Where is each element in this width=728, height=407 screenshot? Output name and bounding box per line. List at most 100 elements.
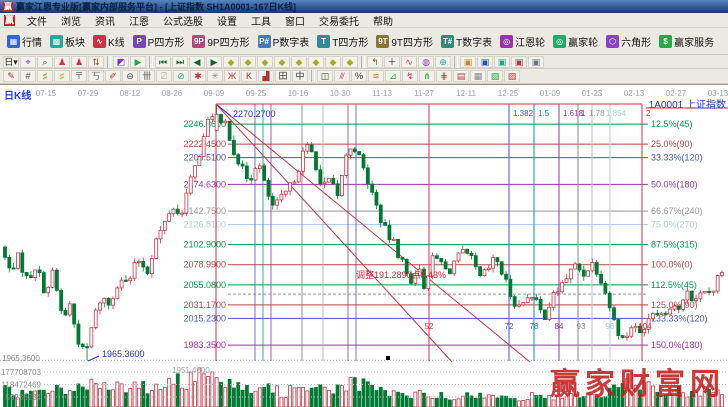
menu-item[interactable]: 文件 — [20, 12, 54, 29]
tool-icon[interactable]: 卌 — [139, 70, 155, 82]
tool-icon[interactable]: ✎ — [3, 70, 19, 82]
tool-icon[interactable]: ⋔ — [419, 70, 435, 82]
tool-icon[interactable]: 中 — [292, 70, 308, 82]
tool-icon[interactable]: ▨ — [504, 70, 520, 82]
tool-icon[interactable]: K — [241, 70, 257, 82]
tool-icon[interactable]: ✱ — [190, 70, 206, 82]
volume-bar — [453, 400, 456, 407]
menu-item[interactable]: 工具 — [244, 12, 278, 29]
tool-icon[interactable]: ⊖ — [122, 70, 138, 82]
tool-icon[interactable]: ♯ — [37, 70, 53, 82]
tool-icon[interactable]: ↰ — [367, 56, 383, 68]
candle-body — [457, 253, 460, 261]
menu-item[interactable]: 帮助 — [366, 12, 400, 29]
tool-icon[interactable]: ▣ — [528, 56, 544, 68]
tool-icon[interactable]: ◀ — [189, 56, 205, 68]
tool-icon[interactable]: ⇅ — [88, 56, 104, 68]
tool-icon[interactable]: ▟ — [258, 70, 274, 82]
volume-bar — [276, 386, 279, 407]
menu-item[interactable]: 窗口 — [278, 12, 312, 29]
tool-icon[interactable]: ↯ — [402, 70, 418, 82]
tool-icon[interactable]: ◆ — [325, 56, 341, 68]
volume-bar — [349, 377, 352, 407]
toolbar-button[interactable]: ∿K线 — [89, 32, 129, 51]
toolbar-button[interactable]: ▦行情 — [3, 32, 46, 51]
tool-icon[interactable]: ⏭ — [172, 56, 188, 68]
tool-icon[interactable]: ≋ — [368, 70, 384, 82]
chart-area[interactable]: 2246.360012.5%(45)2222.450025.0%(90)2206… — [0, 84, 728, 407]
toolbar-button[interactable]: P#P数字表 — [254, 32, 314, 51]
date-tick-label: 07-29 — [78, 89, 99, 98]
tool-icon[interactable]: ⍁ — [156, 70, 172, 82]
candle-body — [587, 271, 590, 276]
tool-icon[interactable]: ⋕ — [436, 70, 452, 82]
tool-icon[interactable]: ▶ — [130, 56, 146, 68]
toolbar-button[interactable]: 9P9P四方形 — [188, 32, 253, 51]
tool-icon[interactable]: 日▾ — [3, 56, 19, 68]
tool-icon[interactable]: % — [351, 70, 367, 82]
menu-item[interactable]: 公式选股 — [156, 12, 210, 29]
tool-icon[interactable]: ◆ — [223, 56, 239, 68]
tool-icon[interactable]: ＋ — [384, 56, 400, 68]
toolbar-button[interactable]: ◎赢家轮 — [549, 32, 602, 51]
toolbar-button[interactable]: ▩板块 — [46, 32, 89, 51]
tool-icon[interactable]: 〒 — [71, 70, 87, 82]
candle-body — [375, 192, 378, 205]
tool-icon[interactable]: ▣ — [511, 56, 527, 68]
tool-icon[interactable]: ◍ — [418, 56, 434, 68]
tool-icon[interactable]: ◆ — [291, 56, 307, 68]
volume-bar — [427, 397, 430, 407]
tool-icon[interactable]: # — [20, 70, 36, 82]
tool-icon[interactable]: ▶ — [206, 56, 222, 68]
tool-icon[interactable]: ▦ — [470, 70, 486, 82]
tool-icon[interactable]: ◆ — [342, 56, 358, 68]
tool-icon[interactable]: ◩ — [113, 56, 129, 68]
toolbar-button[interactable]: 9T9T四方形 — [372, 32, 437, 51]
toolbar-button[interactable]: TT四方形 — [313, 32, 372, 51]
tool-icon[interactable]: ⊘ — [173, 70, 189, 82]
menu-item[interactable]: 交易委托 — [312, 12, 366, 29]
candle-body — [276, 200, 279, 205]
volume-axis-label: 118472469 — [2, 381, 42, 390]
tool-icon[interactable]: ◆ — [240, 56, 256, 68]
tool-icon[interactable]: ◆ — [274, 56, 290, 68]
tool-icon[interactable]: ⏮ — [155, 56, 171, 68]
tool-icon[interactable]: ▣ — [494, 56, 510, 68]
candle-body — [440, 258, 443, 261]
tool-icon[interactable]: 丂 — [88, 70, 104, 82]
candle-body — [250, 179, 253, 181]
tool-icon[interactable]: ♟ — [54, 56, 70, 68]
tool-icon[interactable]: ▣ — [477, 56, 493, 68]
tool-icon[interactable]: ▣ — [460, 56, 476, 68]
tool-icon[interactable]: ✐ — [105, 70, 121, 82]
toolbar-button[interactable]: $赢家服务 — [655, 32, 718, 51]
menu-item[interactable]: 设置 — [210, 12, 244, 29]
tool-icon[interactable]: ⫻ — [334, 70, 350, 82]
volume-bar — [410, 398, 413, 407]
tool-icon[interactable]: ♟ — [71, 56, 87, 68]
menu-item[interactable]: 资讯 — [88, 12, 122, 29]
tool-icon[interactable]: ⌕ — [37, 56, 53, 68]
tool-icon[interactable]: ▧ — [487, 70, 503, 82]
menu-item[interactable]: 浏览 — [54, 12, 88, 29]
menu-item[interactable]: 江恩 — [122, 12, 156, 29]
tool-icon[interactable]: 田 — [275, 70, 291, 82]
tool-icon[interactable]: ✳ — [207, 70, 223, 82]
tool-icon[interactable]: ▤ — [453, 70, 469, 82]
tool-icon[interactable]: ⌖ — [20, 56, 36, 68]
toolbar-button[interactable]: T#T数字表 — [437, 32, 496, 51]
tool-icon[interactable]: ◆ — [257, 56, 273, 68]
volume-bar — [470, 396, 473, 407]
toolbar-button[interactable]: PP四方形 — [129, 32, 189, 51]
toolbar-button[interactable]: ⬡六角形 — [602, 32, 655, 51]
toolbar-button[interactable]: ◎江恩轮 — [496, 32, 549, 51]
tool-icon[interactable]: ⊕ — [435, 56, 451, 68]
tool-icon[interactable]: ∿ — [401, 56, 417, 68]
tool-icon[interactable]: ◆ — [308, 56, 324, 68]
tool-icon[interactable]: Ж — [224, 70, 240, 82]
tool-icon[interactable]: ♯ — [54, 70, 70, 82]
tool-icon[interactable]: ◫ — [317, 70, 333, 82]
tool-icon[interactable]: ⊿ — [385, 70, 401, 82]
volume-bar — [189, 372, 192, 407]
candle-body — [120, 280, 123, 288]
